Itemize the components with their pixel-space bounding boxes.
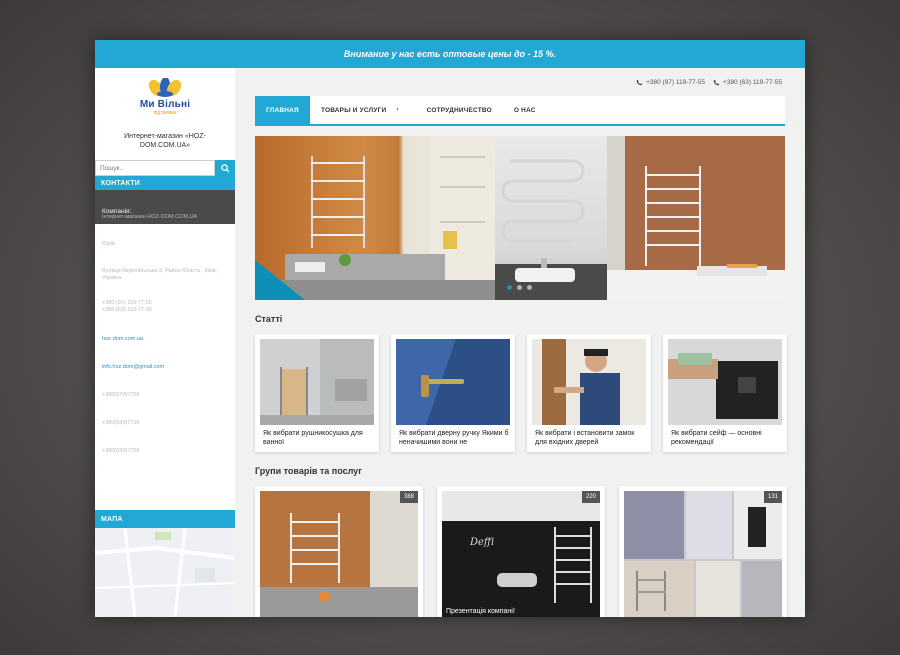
lock-installer-thumbnail xyxy=(532,339,646,425)
slider-dot-3[interactable] xyxy=(527,285,532,290)
group-caption: Презентація компанії xyxy=(446,608,515,615)
chevron-right-icon: › xyxy=(396,107,399,113)
article-card[interactable]: Як вибрати дверну ручку Якими б неначиши… xyxy=(391,334,515,452)
collage-thumbnail xyxy=(624,491,782,617)
article-card[interactable]: Як вибрати і встановити замок для вхідни… xyxy=(527,334,651,452)
groups-title: Групи товарів та послуг xyxy=(255,466,362,476)
phone-1[interactable]: +380 (97) 119-77-55 xyxy=(636,79,705,86)
header-phones: +380 (97) 119-77-55 +380 (63) 119-77-55 xyxy=(255,68,785,96)
slide-image-white-bathroom xyxy=(495,136,607,300)
contact-company: Інтернет-магазин HOZ-DOM.COM.UA xyxy=(102,214,198,220)
contact-viber: +380(97)97755 xyxy=(102,392,140,398)
contact-phones: +380 (97) 119-77-55 +380 (63) 119-77-55 xyxy=(102,300,152,313)
slider-dot-2[interactable] xyxy=(517,285,522,290)
hero-slider[interactable] xyxy=(255,136,785,300)
slide-image-wood-bathroom xyxy=(255,136,495,300)
search-input[interactable] xyxy=(95,160,215,176)
nav-item-products[interactable]: ТОВАРЫ И УСЛУГИ › xyxy=(310,96,416,124)
slide-image-brick-bathroom xyxy=(607,136,785,300)
phone-1-text: +380 (97) 119-77-55 xyxy=(646,78,706,86)
phone-2[interactable]: +380 (63) 119-77-55 xyxy=(713,79,782,86)
sidebar: Ми Вільні підтримка Интернет-магазин «HO… xyxy=(95,68,235,617)
door-handle-thumbnail xyxy=(396,339,510,425)
contact-telegram: +380(63)97755 xyxy=(102,420,140,426)
contact-site-link[interactable]: hoz-dom.com.ua xyxy=(102,336,228,343)
product-group-card[interactable]: 131 xyxy=(619,486,787,617)
safe-thumbnail xyxy=(668,339,782,425)
group-count-badge: 388 xyxy=(399,491,418,503)
slider-dot-1[interactable] xyxy=(507,285,512,290)
articles-title: Статті xyxy=(255,314,283,324)
contact-whatsapp: +380(63)97755 xyxy=(102,448,140,454)
wood-bathroom-thumbnail xyxy=(260,491,418,617)
article-image xyxy=(532,339,646,425)
slide-corner-accent xyxy=(255,260,305,300)
map-header: МАПА xyxy=(95,510,235,528)
product-group-card[interactable]: 220 Deffi Презентація компанії xyxy=(437,486,605,617)
article-caption: Як вибрати і встановити замок для вхідни… xyxy=(535,430,635,446)
screenshot-frame: Внимание у нас есть оптовые цены до - 15… xyxy=(95,40,805,617)
article-image xyxy=(668,339,782,425)
shop-name: Интернет-магазин «HOZ-DOM.COM.UA» xyxy=(124,133,206,149)
phone-icon xyxy=(713,79,720,85)
slider-dots xyxy=(507,285,532,290)
main-nav: ГЛАВНАЯ ТОВАРЫ И УСЛУГИ › СОТРУДНИЧЕСТВО… xyxy=(255,96,785,126)
towel-dryer-thumbnail xyxy=(260,339,374,425)
group-image xyxy=(260,491,418,617)
contacts-header: КОНТАКТИ xyxy=(95,176,235,190)
brand-presentation-thumbnail xyxy=(442,491,600,617)
contact-address: Вулиця Миропільська 3, Район Юність , Ки… xyxy=(102,268,218,281)
article-caption: Як вибрати рушникосушка для ванної xyxy=(263,430,363,446)
group-count-badge: 131 xyxy=(763,491,782,503)
group-image xyxy=(624,491,782,617)
search-bar xyxy=(95,160,235,176)
logo-text: Ми Вільні xyxy=(139,99,191,110)
nav-item-cooperation[interactable]: СОТРУДНИЧЕСТВО xyxy=(416,96,503,124)
article-caption: Як вибрати сейф — основні рекомендації xyxy=(671,430,762,446)
map-section: МАПА xyxy=(95,510,235,617)
article-image xyxy=(396,339,510,425)
promo-banner: Внимание у нас есть оптовые цены до - 15… xyxy=(95,40,805,68)
contact-person: Юрій xyxy=(102,241,115,247)
group-image: Deffi Презентація компанії xyxy=(442,491,600,617)
s-shaped-rail-image xyxy=(495,159,607,300)
nav-item-home[interactable]: ГЛАВНАЯ xyxy=(255,96,310,124)
articles-list: Як вибрати рушникосушка для ванної Як ви… xyxy=(255,334,787,452)
article-card[interactable]: Як вибрати рушникосушка для ванної xyxy=(255,334,379,452)
map-view[interactable] xyxy=(95,527,235,617)
article-caption: Як вибрати дверну ручку Якими б неначиши… xyxy=(399,430,509,446)
ladder-rail-image xyxy=(607,136,785,300)
promo-text: Внимание у нас есть оптовые цены до - 15… xyxy=(343,49,557,59)
main-content: +380 (97) 119-77-55 +380 (63) 119-77-55 … xyxy=(255,68,787,617)
logo-leaves-icon xyxy=(148,78,182,97)
contact-email-link[interactable]: info.hoz.dom@gmail.com xyxy=(102,364,228,371)
article-card[interactable]: Як вибрати сейф — основні рекомендації xyxy=(663,334,787,452)
logo-subtitle: підтримка xyxy=(153,110,177,116)
phone-icon xyxy=(636,79,643,85)
product-groups: 388 220 Deffi Презентація компанії 131 xyxy=(255,486,787,617)
nav-item-products-label: ТОВАРЫ И УСЛУГИ xyxy=(320,106,387,114)
contact-list: Інтернет-магазин HOZ-DOM.COM.UA Юрій Вул… xyxy=(95,214,235,477)
article-image xyxy=(260,339,374,425)
search-icon xyxy=(220,163,230,173)
product-group-card[interactable]: 388 xyxy=(255,486,423,617)
group-count-badge: 220 xyxy=(581,491,600,503)
phone-2-text: +380 (63) 119-77-55 xyxy=(723,78,782,86)
nav-item-about[interactable]: О НАС xyxy=(503,96,547,124)
search-button[interactable] xyxy=(215,160,235,176)
group-brand-text: Deffi xyxy=(470,537,495,548)
